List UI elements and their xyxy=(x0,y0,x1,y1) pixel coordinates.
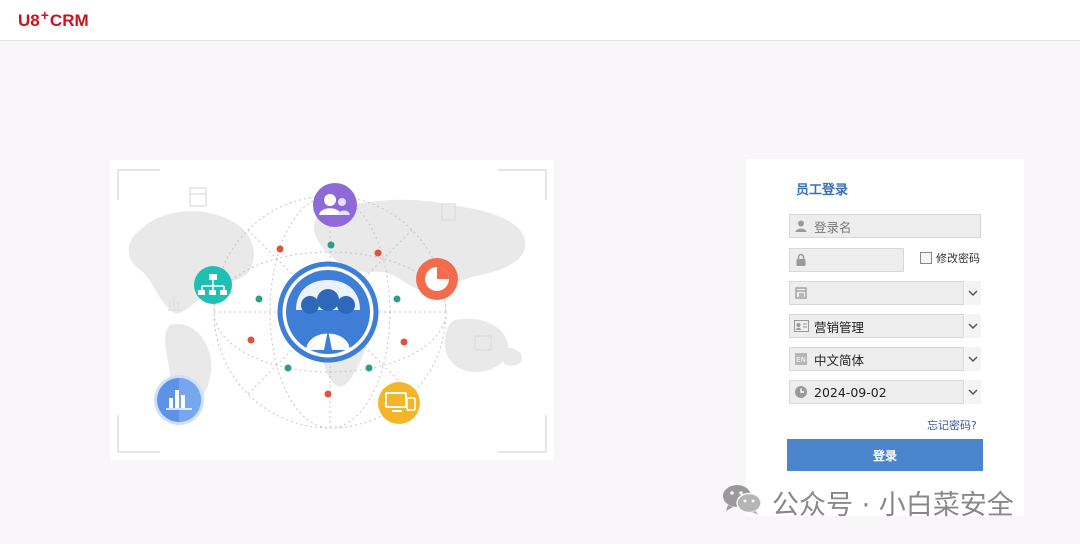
org-chart-icon xyxy=(194,266,232,304)
language-icon: EN xyxy=(790,348,812,370)
date-value: 2024-09-02 xyxy=(814,384,887,400)
logo-plus-text: + xyxy=(40,7,49,23)
watermark: 公众号 · 小白菜安全 xyxy=(722,482,1014,523)
u8-crm-logo: U8 + CRM xyxy=(18,7,89,33)
watermark-text: 公众号 · 小白菜安全 xyxy=(772,490,1014,521)
login-card: 员工登录 登录名 修改密码 营销管理 EN 中文简体 2024-09-02 忘记… xyxy=(746,159,1024,516)
role-dropdown-chevron-icon[interactable] xyxy=(965,314,981,338)
id-card-icon xyxy=(790,315,812,337)
role-value: 营销管理 xyxy=(814,319,865,335)
modify-password-label: 修改密码 xyxy=(936,252,980,265)
wechat-icon xyxy=(722,482,762,523)
hero-illustration xyxy=(110,160,554,460)
forgot-password-link[interactable]: 忘记密码? xyxy=(927,417,977,433)
users-cloud-icon xyxy=(277,261,379,363)
logo-u8-text: U8 xyxy=(18,11,40,30)
svg-text:EN: EN xyxy=(796,356,806,364)
account-select[interactable] xyxy=(789,281,964,305)
devices-icon xyxy=(378,382,420,424)
username-placeholder: 登录名 xyxy=(814,219,852,235)
modify-password-checkbox[interactable] xyxy=(920,252,932,264)
lock-icon xyxy=(790,249,812,271)
user-icon xyxy=(790,215,812,237)
language-select[interactable]: EN 中文简体 xyxy=(789,347,964,371)
database-icon xyxy=(790,282,812,304)
date-field[interactable]: 2024-09-02 xyxy=(789,380,964,404)
team-icon xyxy=(313,183,357,227)
bar-chart-icon xyxy=(154,375,204,425)
logo-crm-text: CRM xyxy=(49,11,89,30)
modify-password-option[interactable]: 修改密码 xyxy=(920,250,980,266)
role-select[interactable]: 营销管理 xyxy=(789,314,964,338)
password-field[interactable] xyxy=(789,248,904,272)
date-dropdown-chevron-icon[interactable] xyxy=(965,380,981,404)
clock-icon xyxy=(790,381,812,403)
account-dropdown-chevron-icon[interactable] xyxy=(965,281,981,305)
language-value: 中文简体 xyxy=(814,352,865,368)
world-network-graphic xyxy=(117,169,547,453)
language-dropdown-chevron-icon[interactable] xyxy=(965,347,981,371)
login-title: 员工登录 xyxy=(796,183,849,198)
pie-chart-icon xyxy=(416,258,458,300)
login-button[interactable]: 登录 xyxy=(787,439,983,471)
username-field[interactable]: 登录名 xyxy=(789,214,981,238)
top-bar: U8 + CRM xyxy=(0,0,1080,41)
